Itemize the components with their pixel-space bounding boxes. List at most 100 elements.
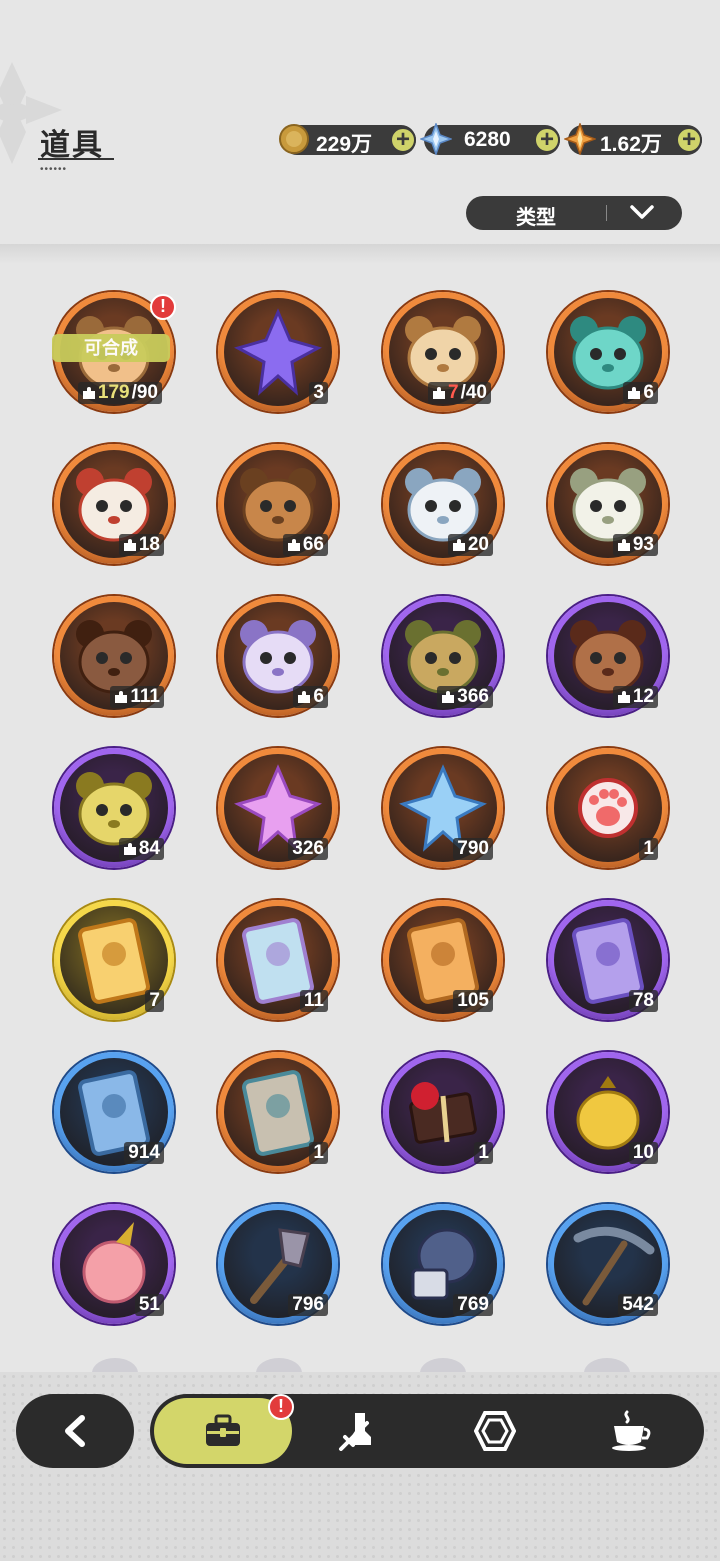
back-button[interactable] [16, 1394, 134, 1468]
item-purple-card[interactable]: 78 [548, 900, 668, 1020]
item-count-value: 7 [448, 382, 459, 403]
item-pink-star-crystal[interactable]: 326 [218, 748, 338, 868]
item-count: 51 [134, 1294, 164, 1316]
item-count: 7 [145, 990, 164, 1012]
item-leaf-bear-puzzle[interactable]: 366 [383, 596, 503, 716]
briefcase-icon [206, 1414, 240, 1446]
hexagon-gem-icon [474, 1411, 516, 1451]
item-purple-crystal-shard[interactable]: 3 [218, 292, 338, 412]
item-gold-pouch[interactable]: 10 [548, 1052, 668, 1172]
item-yellow-bird-puzzle[interactable]: 84 [54, 748, 174, 868]
tab-food[interactable] [562, 1394, 700, 1468]
add-coin-button[interactable]: + [390, 127, 416, 153]
item-blue-star-crystal[interactable]: 790 [383, 748, 503, 868]
item-white-bunny-puzzle[interactable]: 93 [548, 444, 668, 564]
item-gift-box[interactable]: 1 [383, 1052, 503, 1172]
item-count: 93 [612, 534, 658, 556]
item-dark-bear-puzzle[interactable]: 111 [54, 596, 174, 716]
item-shovel[interactable]: 796 [218, 1204, 338, 1324]
bottom-tab-bar: ! [150, 1394, 704, 1468]
item-count: 1 [309, 1142, 328, 1164]
item-count: 18 [118, 534, 164, 556]
item-count-value: 10 [632, 1142, 654, 1163]
item-brown-bear-puzzle[interactable]: 66 [218, 444, 338, 564]
item-teal-chick-puzzle[interactable]: 6 [548, 292, 668, 412]
header-shadow [0, 244, 720, 264]
item-count-value: 6 [643, 382, 654, 403]
item-count-value: 179 [97, 382, 130, 403]
item-count-value: 7 [149, 990, 160, 1011]
item-count: 78 [628, 990, 658, 1012]
item-count-value: 12 [632, 686, 654, 707]
crystal-value: 6280 [464, 128, 511, 151]
puzzle-piece-icon [115, 691, 128, 703]
puzzle-piece-icon [628, 387, 641, 399]
divider [606, 205, 607, 221]
currency-bar: 229万 + 6280 + 1.62万 + [0, 123, 720, 159]
item-count-value: 366 [457, 686, 489, 707]
puzzle-piece-icon [617, 691, 630, 703]
item-count-value: 542 [622, 1294, 654, 1315]
puzzle-piece-icon [442, 691, 455, 703]
currency-coin: 229万 + [279, 124, 416, 156]
item-count: 1 [474, 1142, 493, 1164]
item-count-value: 769 [457, 1294, 489, 1315]
item-count: 914 [124, 1142, 164, 1164]
item-blue-card[interactable]: 914 [54, 1052, 174, 1172]
puzzle-piece-icon [433, 387, 445, 399]
craftable-badge: 可合成 [52, 334, 170, 362]
chevron-down-icon [630, 205, 654, 219]
item-paw-charm[interactable]: 1 [548, 748, 668, 868]
item-red-flower-puzzle[interactable]: 18 [54, 444, 174, 564]
star-shard-icon [564, 123, 596, 155]
item-count-value: 796 [292, 1294, 324, 1315]
item-gold-card[interactable]: 7 [54, 900, 174, 1020]
puzzle-piece-icon [82, 387, 95, 399]
item-count-value: 78 [632, 990, 654, 1011]
item-count-value: 790 [457, 838, 489, 859]
item-count-value: 66 [302, 534, 324, 555]
tab-gems[interactable] [426, 1394, 564, 1468]
item-eyepatch-bear-puzzle[interactable]: 12 [548, 596, 668, 716]
item-count-value: 20 [467, 534, 489, 555]
title-dots: •••••• [40, 164, 68, 175]
item-count: 7/40 [428, 382, 491, 404]
item-count: 10 [628, 1142, 658, 1164]
item-count-required: /40 [460, 382, 487, 403]
item-pickaxe[interactable]: 542 [548, 1204, 668, 1324]
star-value: 1.62万 [600, 133, 662, 156]
item-count: 105 [453, 990, 493, 1012]
item-spirit-card[interactable]: 1 [218, 1052, 338, 1172]
item-count: 366 [437, 686, 493, 708]
item-mystery-puzzle[interactable]: 7/40 [383, 292, 503, 412]
puzzle-piece-icon [123, 539, 136, 551]
puzzle-piece-icon [298, 691, 311, 703]
add-star-button[interactable]: + [676, 127, 702, 153]
item-count: 20 [447, 534, 493, 556]
item-count: 769 [453, 1294, 493, 1316]
currency-star: 1.62万 + [564, 123, 702, 156]
item-count: 3 [309, 382, 328, 404]
item-count: 66 [282, 534, 328, 556]
item-alert-badge: ! [150, 294, 176, 320]
item-count-value: 11 [303, 990, 324, 1011]
add-crystal-button[interactable]: + [534, 127, 560, 153]
type-filter-dropdown[interactable]: 类型 [466, 196, 682, 230]
tab-equipment[interactable] [290, 1394, 428, 1468]
item-orange-card[interactable]: 105 [383, 900, 503, 1020]
item-count: 11 [299, 990, 328, 1012]
item-gauntlet[interactable]: 769 [383, 1204, 503, 1324]
item-count: 6 [623, 382, 658, 404]
puzzle-piece-icon [452, 539, 465, 551]
item-count-value: 93 [632, 534, 654, 555]
item-puzzle-bear-random[interactable]: 可合成 179/90! [52, 292, 176, 412]
coffee-cup-icon [612, 1410, 651, 1451]
crystal-icon [420, 123, 452, 155]
item-pink-apple[interactable]: 51 [54, 1204, 174, 1324]
item-rainbow-card[interactable]: 11 [218, 900, 338, 1020]
item-count-value: 105 [457, 990, 489, 1011]
item-count-value: 6 [313, 686, 324, 707]
item-count: 542 [618, 1294, 658, 1316]
item-lavender-puzzle[interactable]: 6 [218, 596, 338, 716]
item-white-cat-puzzle[interactable]: 20 [383, 444, 503, 564]
